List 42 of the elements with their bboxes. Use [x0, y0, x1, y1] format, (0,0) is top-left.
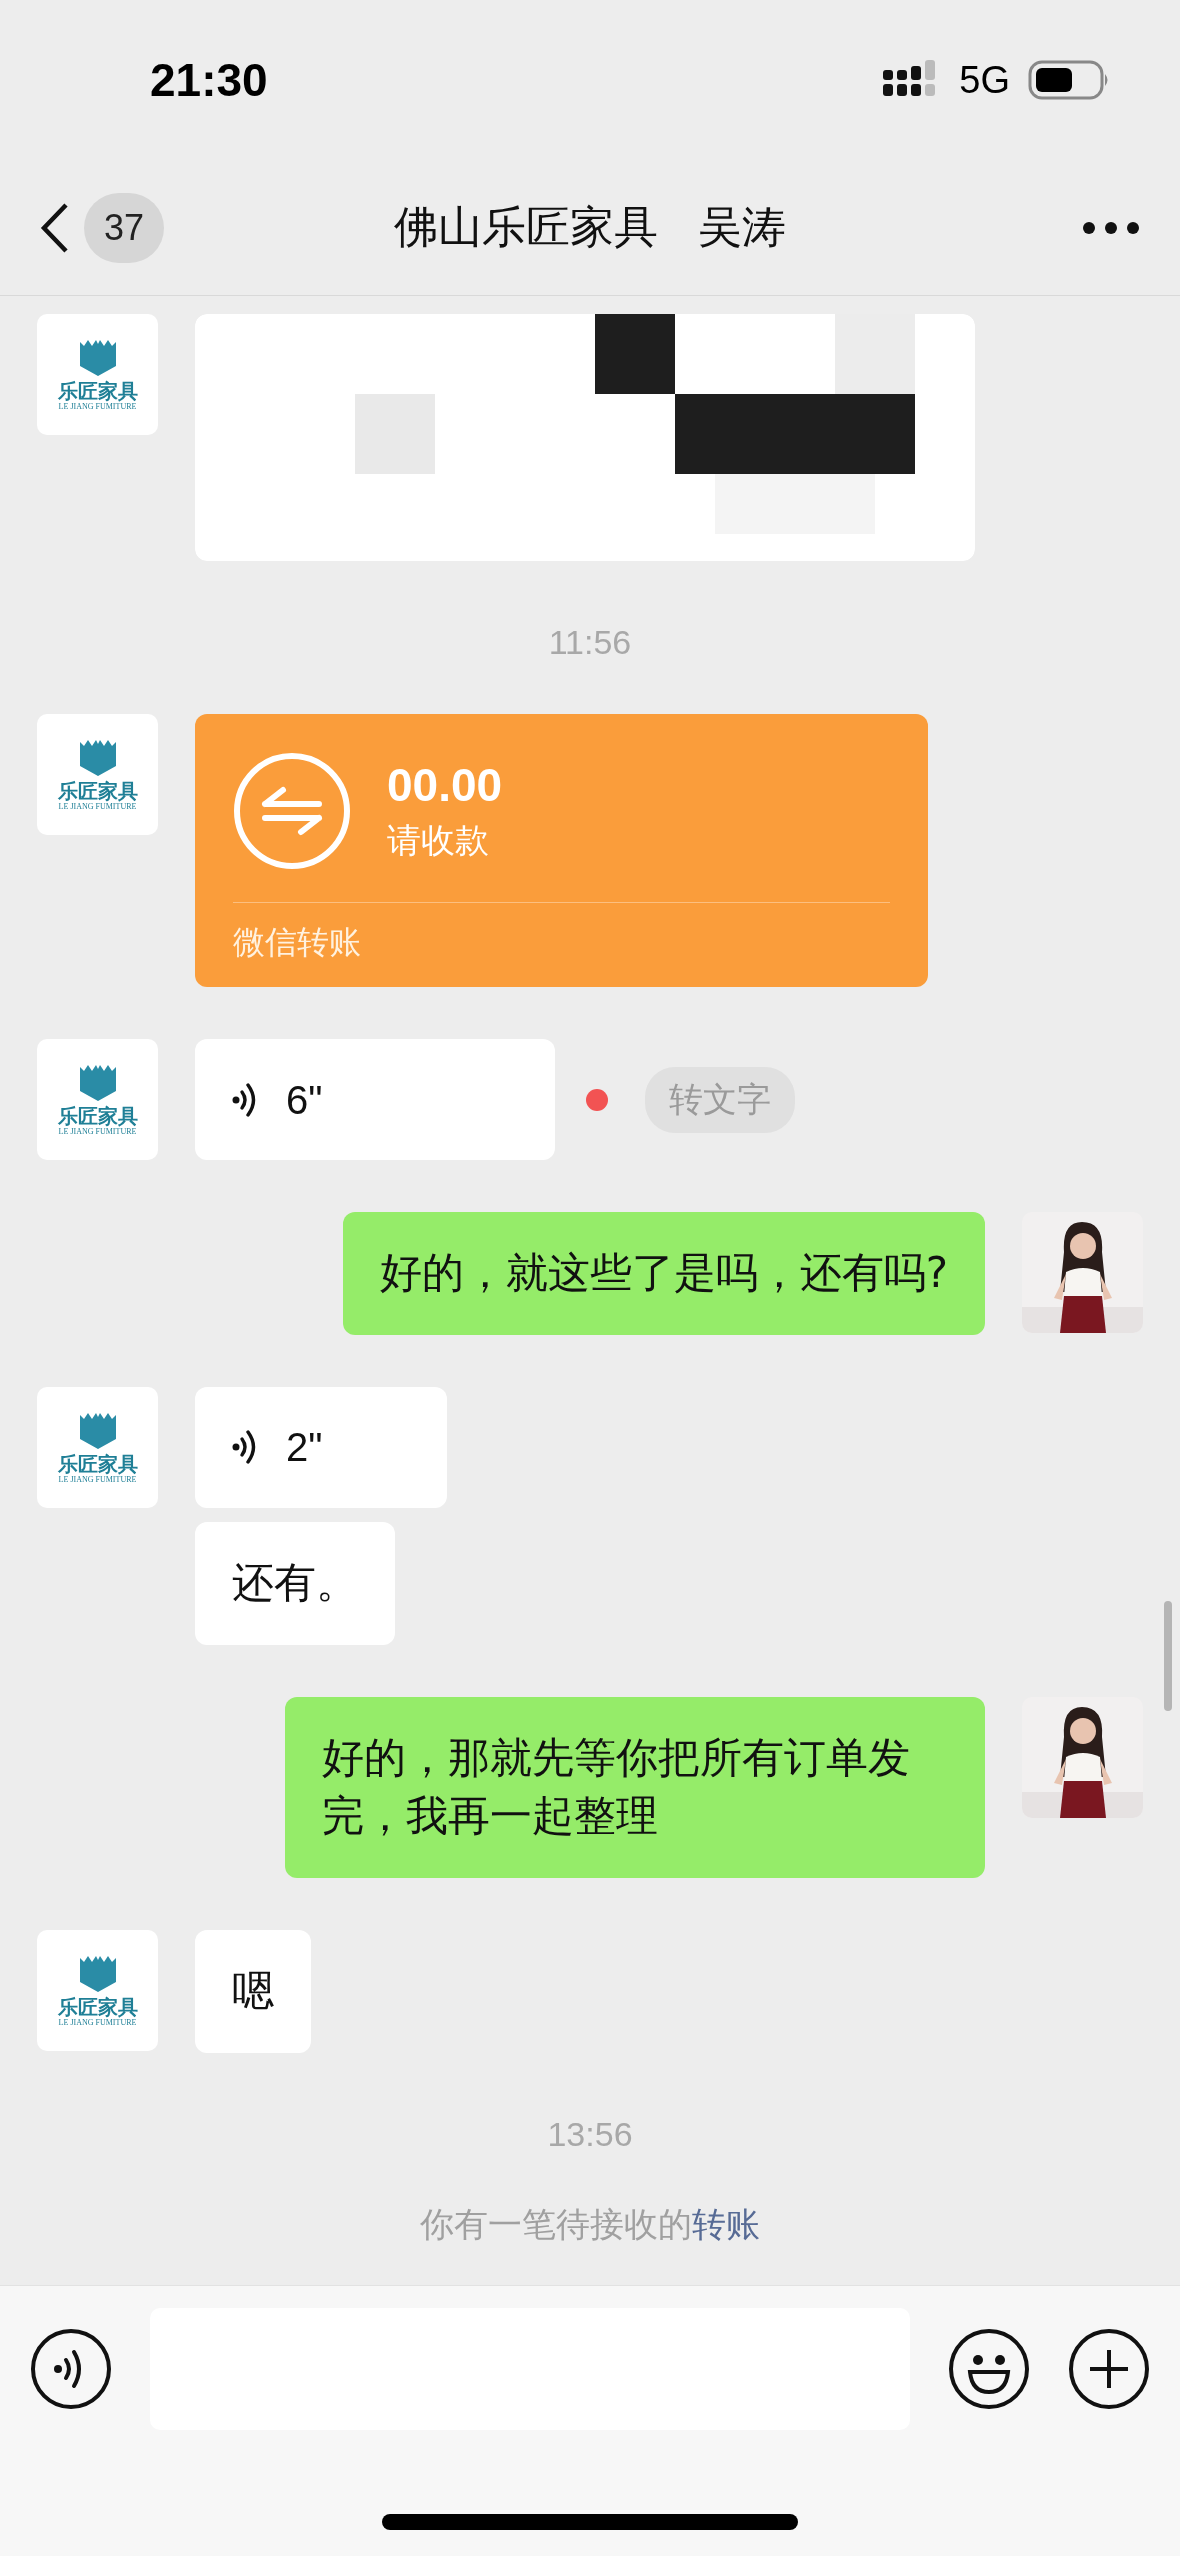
logo-avatar[interactable]: 乐匠家具 LE JIANG FUMITURE	[37, 1386, 158, 1508]
message-bubble[interactable]: 好的，就这些了是吗，还有吗?	[342, 1212, 985, 1335]
more-icon[interactable]	[1082, 220, 1140, 235]
logo-name: 乐匠家具	[57, 1105, 138, 1127]
transfer-label: 微信转账	[233, 922, 362, 963]
logo-avatar[interactable]: 乐匠家具 LE JIANG FUMITURE	[37, 1930, 158, 2052]
scrollbar[interactable]	[1164, 1601, 1172, 1711]
unread-count: 37	[84, 192, 165, 263]
transfer-link[interactable]: 转账	[692, 2204, 760, 2244]
message-bubble[interactable]: 还有。	[195, 1521, 395, 1645]
transfer-caption: 请收款	[387, 819, 490, 862]
transfer-amount: 00.00	[387, 758, 503, 812]
back-icon[interactable]	[40, 201, 70, 254]
logo-name: 乐匠家具	[57, 1452, 138, 1475]
transfer-icon	[233, 752, 351, 870]
logo-avatar[interactable]: 乐匠家具 LE JIANG FUMITURE	[37, 1039, 158, 1160]
logo-avatar[interactable]: 乐匠家具 LE JIANG FUMITURE	[37, 314, 158, 435]
voice-message[interactable]: 2"	[195, 1386, 447, 1508]
timestamp: 11:56	[548, 623, 632, 662]
timestamp: 13:56	[547, 2115, 633, 2154]
transfer-notice: 你有一笔待接收的转账	[420, 2203, 760, 2246]
logo-name: 乐匠家具	[57, 380, 138, 402]
battery-icon	[1028, 60, 1110, 100]
logo-subtitle: LE JIANG FUMITURE	[58, 1474, 137, 1484]
network-label: 5G	[959, 58, 1010, 102]
chat-title: 佛山乐匠家具	[394, 200, 658, 254]
message-bubble[interactable]: 好的，那就先等你把所有订单发完，我再一起整理	[285, 1696, 985, 1879]
voice-message[interactable]: 6"	[195, 1039, 555, 1160]
contact-name: 吴涛	[698, 200, 786, 254]
voice-input-icon[interactable]	[30, 2328, 112, 2410]
redacted-message[interactable]	[195, 314, 975, 561]
emoji-icon[interactable]	[948, 2328, 1030, 2410]
logo-name: 乐匠家具	[57, 780, 138, 802]
logo-subtitle: LE JIANG FUMITURE	[58, 802, 137, 811]
add-icon[interactable]	[1068, 2328, 1150, 2410]
message-bubble[interactable]: 嗯	[195, 1930, 311, 2053]
logo-subtitle: LE JIANG FUMITURE	[58, 1127, 137, 1136]
logo-avatar[interactable]: 乐匠家具 LE JIANG FUMITURE	[37, 714, 158, 835]
logo-name: 乐匠家具	[57, 1996, 138, 2019]
logo-subtitle: LE JIANG FUMITURE	[58, 402, 137, 411]
clock: 21:30	[150, 53, 269, 107]
logo-subtitle: LE JIANG FUMITURE	[58, 2018, 137, 2028]
